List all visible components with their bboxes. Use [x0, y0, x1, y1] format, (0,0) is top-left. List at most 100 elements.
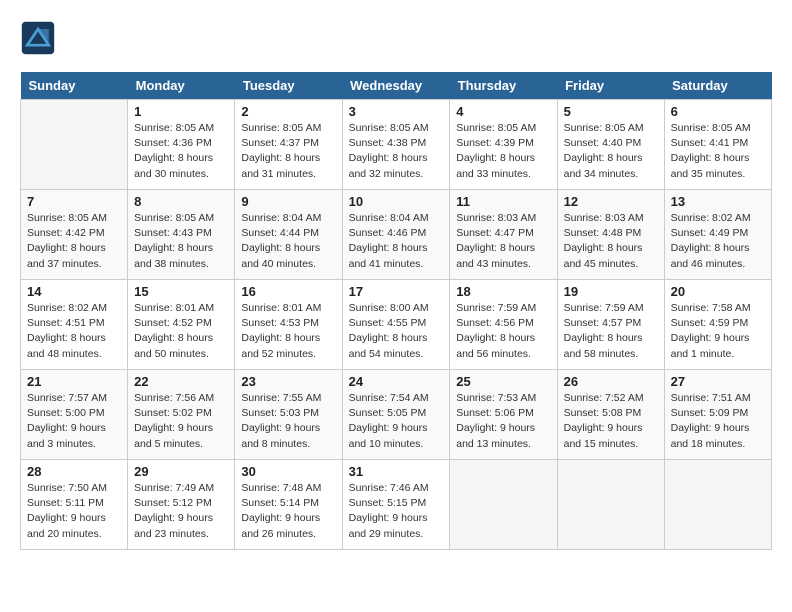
day-info: Sunrise: 8:05 AM Sunset: 4:41 PM Dayligh… — [671, 121, 765, 182]
day-cell: 3 Sunrise: 8:05 AM Sunset: 4:38 PM Daylig… — [342, 100, 450, 190]
day-number: 16 — [241, 284, 335, 299]
day-info: Sunrise: 7:59 AM Sunset: 4:56 PM Dayligh… — [456, 301, 550, 362]
day-info: Sunrise: 8:05 AM Sunset: 4:37 PM Dayligh… — [241, 121, 335, 182]
day-info: Sunrise: 7:51 AM Sunset: 5:09 PM Dayligh… — [671, 391, 765, 452]
day-cell: 12 Sunrise: 8:03 AM Sunset: 4:48 PM Dayli… — [557, 190, 664, 280]
weekday-header: SundayMondayTuesdayWednesdayThursdayFrid… — [21, 72, 772, 100]
day-cell: 24 Sunrise: 7:54 AM Sunset: 5:05 PM Dayli… — [342, 370, 450, 460]
day-info: Sunrise: 8:04 AM Sunset: 4:46 PM Dayligh… — [349, 211, 444, 272]
week-row-1: 1Sunrise: 8:05 AM Sunset: 4:36 PM Daylig… — [21, 100, 772, 190]
day-cell: 5 Sunrise: 8:05 AM Sunset: 4:40 PM Daylig… — [557, 100, 664, 190]
day-number: 14 — [27, 284, 121, 299]
day-info: Sunrise: 8:01 AM Sunset: 4:52 PM Dayligh… — [134, 301, 228, 362]
day-number: 31 — [349, 464, 444, 479]
day-cell: 9Sunrise: 8:04 AM Sunset: 4:44 PM Daylig… — [235, 190, 342, 280]
day-number: 30 — [241, 464, 335, 479]
day-cell: 10 Sunrise: 8:04 AM Sunset: 4:46 PM Dayli… — [342, 190, 450, 280]
day-cell: 17 Sunrise: 8:00 AM Sunset: 4:55 PM Dayli… — [342, 280, 450, 370]
day-number: 22 — [134, 374, 228, 389]
day-number: 2 — [241, 104, 335, 119]
logo — [20, 20, 60, 56]
day-number: 9 — [241, 194, 335, 209]
day-cell — [664, 460, 771, 550]
day-number: 8 — [134, 194, 228, 209]
weekday-sunday: Sunday — [21, 72, 128, 100]
day-number: 17 — [349, 284, 444, 299]
day-info: Sunrise: 7:58 AM Sunset: 4:59 PM Dayligh… — [671, 301, 765, 362]
day-info: Sunrise: 8:05 AM Sunset: 4:40 PM Dayligh… — [564, 121, 658, 182]
day-cell — [21, 100, 128, 190]
day-number: 5 — [564, 104, 658, 119]
day-info: Sunrise: 7:53 AM Sunset: 5:06 PM Dayligh… — [456, 391, 550, 452]
day-info: Sunrise: 7:46 AM Sunset: 5:15 PM Dayligh… — [349, 481, 444, 542]
day-cell: 28 Sunrise: 7:50 AM Sunset: 5:11 PM Dayli… — [21, 460, 128, 550]
week-row-5: 28 Sunrise: 7:50 AM Sunset: 5:11 PM Dayli… — [21, 460, 772, 550]
day-number: 11 — [456, 194, 550, 209]
day-cell: 22 Sunrise: 7:56 AM Sunset: 5:02 PM Dayli… — [128, 370, 235, 460]
day-number: 18 — [456, 284, 550, 299]
weekday-friday: Friday — [557, 72, 664, 100]
day-cell: 13Sunrise: 8:02 AM Sunset: 4:49 PM Dayli… — [664, 190, 771, 280]
day-info: Sunrise: 8:05 AM Sunset: 4:38 PM Dayligh… — [349, 121, 444, 182]
weekday-thursday: Thursday — [450, 72, 557, 100]
day-number: 19 — [564, 284, 658, 299]
day-info: Sunrise: 7:52 AM Sunset: 5:08 PM Dayligh… — [564, 391, 658, 452]
day-cell: 8 Sunrise: 8:05 AM Sunset: 4:43 PM Daylig… — [128, 190, 235, 280]
day-number: 20 — [671, 284, 765, 299]
day-number: 25 — [456, 374, 550, 389]
day-info: Sunrise: 8:01 AM Sunset: 4:53 PM Dayligh… — [241, 301, 335, 362]
day-cell: 15 Sunrise: 8:01 AM Sunset: 4:52 PM Dayli… — [128, 280, 235, 370]
day-cell: 27 Sunrise: 7:51 AM Sunset: 5:09 PM Dayli… — [664, 370, 771, 460]
day-cell: 6Sunrise: 8:05 AM Sunset: 4:41 PM Daylig… — [664, 100, 771, 190]
day-number: 27 — [671, 374, 765, 389]
day-cell: 31 Sunrise: 7:46 AM Sunset: 5:15 PM Dayli… — [342, 460, 450, 550]
day-number: 4 — [456, 104, 550, 119]
day-number: 28 — [27, 464, 121, 479]
weekday-wednesday: Wednesday — [342, 72, 450, 100]
day-number: 24 — [349, 374, 444, 389]
day-cell: 23Sunrise: 7:55 AM Sunset: 5:03 PM Dayli… — [235, 370, 342, 460]
week-row-2: 7 Sunrise: 8:05 AM Sunset: 4:42 PM Daylig… — [21, 190, 772, 280]
day-cell: 30 Sunrise: 7:48 AM Sunset: 5:14 PM Dayli… — [235, 460, 342, 550]
day-cell: 26 Sunrise: 7:52 AM Sunset: 5:08 PM Dayli… — [557, 370, 664, 460]
day-info: Sunrise: 8:05 AM Sunset: 4:43 PM Dayligh… — [134, 211, 228, 272]
day-number: 7 — [27, 194, 121, 209]
day-number: 29 — [134, 464, 228, 479]
day-info: Sunrise: 7:50 AM Sunset: 5:11 PM Dayligh… — [27, 481, 121, 542]
day-number: 23 — [241, 374, 335, 389]
day-cell — [450, 460, 557, 550]
calendar-body: 1Sunrise: 8:05 AM Sunset: 4:36 PM Daylig… — [21, 100, 772, 550]
header — [20, 20, 772, 56]
day-cell: 4 Sunrise: 8:05 AM Sunset: 4:39 PM Daylig… — [450, 100, 557, 190]
day-info: Sunrise: 7:48 AM Sunset: 5:14 PM Dayligh… — [241, 481, 335, 542]
week-row-3: 14 Sunrise: 8:02 AM Sunset: 4:51 PM Dayli… — [21, 280, 772, 370]
day-cell: 1Sunrise: 8:05 AM Sunset: 4:36 PM Daylig… — [128, 100, 235, 190]
day-info: Sunrise: 8:05 AM Sunset: 4:42 PM Dayligh… — [27, 211, 121, 272]
day-info: Sunrise: 8:03 AM Sunset: 4:48 PM Dayligh… — [564, 211, 658, 272]
day-cell — [557, 460, 664, 550]
weekday-tuesday: Tuesday — [235, 72, 342, 100]
day-cell: 2 Sunrise: 8:05 AM Sunset: 4:37 PM Daylig… — [235, 100, 342, 190]
day-info: Sunrise: 7:59 AM Sunset: 4:57 PM Dayligh… — [564, 301, 658, 362]
day-number: 10 — [349, 194, 444, 209]
day-cell: 7 Sunrise: 8:05 AM Sunset: 4:42 PM Daylig… — [21, 190, 128, 280]
day-info: Sunrise: 8:05 AM Sunset: 4:36 PM Dayligh… — [134, 121, 228, 182]
day-number: 21 — [27, 374, 121, 389]
day-info: Sunrise: 8:00 AM Sunset: 4:55 PM Dayligh… — [349, 301, 444, 362]
calendar: SundayMondayTuesdayWednesdayThursdayFrid… — [20, 72, 772, 550]
day-cell: 14 Sunrise: 8:02 AM Sunset: 4:51 PM Dayli… — [21, 280, 128, 370]
day-info: Sunrise: 8:02 AM Sunset: 4:51 PM Dayligh… — [27, 301, 121, 362]
day-info: Sunrise: 7:57 AM Sunset: 5:00 PM Dayligh… — [27, 391, 121, 452]
day-cell: 20 Sunrise: 7:58 AM Sunset: 4:59 PM Dayli… — [664, 280, 771, 370]
week-row-4: 21 Sunrise: 7:57 AM Sunset: 5:00 PM Dayli… — [21, 370, 772, 460]
day-info: Sunrise: 7:54 AM Sunset: 5:05 PM Dayligh… — [349, 391, 444, 452]
day-number: 13 — [671, 194, 765, 209]
day-info: Sunrise: 7:56 AM Sunset: 5:02 PM Dayligh… — [134, 391, 228, 452]
logo-icon — [20, 20, 56, 56]
day-number: 3 — [349, 104, 444, 119]
day-number: 12 — [564, 194, 658, 209]
day-number: 26 — [564, 374, 658, 389]
day-cell: 21 Sunrise: 7:57 AM Sunset: 5:00 PM Dayli… — [21, 370, 128, 460]
day-number: 15 — [134, 284, 228, 299]
day-info: Sunrise: 8:05 AM Sunset: 4:39 PM Dayligh… — [456, 121, 550, 182]
